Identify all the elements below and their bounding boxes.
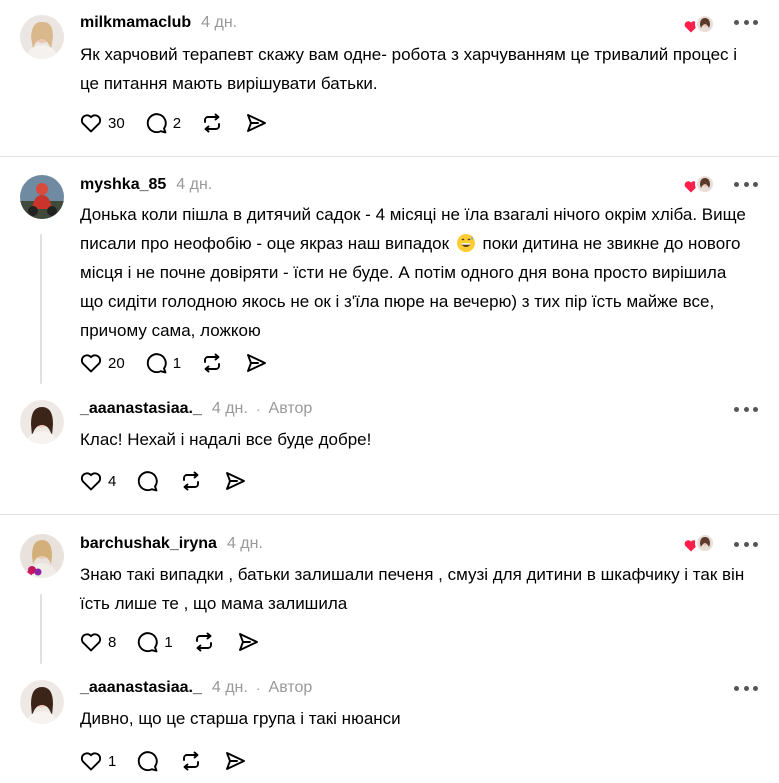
reply-button[interactable]: [134, 467, 160, 495]
repost-icon: [204, 353, 220, 373]
share-button[interactable]: [222, 747, 248, 775]
like-button[interactable]: 4: [78, 467, 116, 495]
likers-indicator[interactable]: [684, 14, 716, 36]
repost-icon: [183, 751, 200, 771]
separator-dot: ·: [255, 401, 261, 417]
post-meta: _aaanastasiaa._ 4 дн. · Автор: [80, 677, 312, 699]
heart-icon: [80, 472, 102, 491]
avatar[interactable]: [20, 175, 64, 219]
post-text: Як харчовий терапевт скажу вам одне- роб…: [80, 45, 738, 93]
more-options-button[interactable]: [734, 177, 758, 191]
reply-count: 2: [172, 114, 182, 132]
more-options-button[interactable]: [734, 15, 758, 29]
like-button[interactable]: 8: [78, 628, 116, 656]
grinning-sweat-emoji: [456, 234, 475, 252]
send-icon: [226, 472, 246, 490]
reply-button[interactable]: 1: [143, 349, 181, 377]
like-count: 30: [108, 114, 125, 132]
share-button[interactable]: [243, 109, 269, 137]
post-actions: 20 1: [78, 349, 287, 377]
timestamp[interactable]: 4 дн.: [176, 176, 212, 194]
like-count: 20: [108, 354, 125, 372]
author-badge: Автор: [268, 400, 313, 417]
more-options-button[interactable]: [734, 537, 758, 551]
reply-button[interactable]: 1: [134, 628, 173, 656]
send-icon: [247, 354, 266, 372]
post-text: Дивно, що це старша група і такі нюанси: [80, 709, 401, 728]
post-text: Знаю такі випадки , батьки залишали пече…: [80, 565, 745, 613]
post-text: Донька коли пішла в дитячий садок - 4 мі…: [80, 200, 750, 345]
comment-icon: [138, 751, 159, 772]
divider: [0, 514, 779, 515]
like-count: 4: [108, 472, 117, 490]
thread-line: [40, 234, 42, 384]
repost-icon: [195, 632, 212, 652]
repost-button[interactable]: [199, 349, 225, 377]
username[interactable]: milkmamaclub: [80, 14, 191, 32]
liker-avatar: [695, 14, 715, 34]
divider: [0, 156, 779, 157]
like-count: 1: [108, 752, 117, 770]
send-icon: [247, 114, 266, 132]
username[interactable]: barchushak_iryna: [80, 535, 217, 553]
post-meta: barchushak_iryna 4 дн.: [80, 533, 263, 555]
separator-dot: ·: [255, 680, 261, 696]
post-actions: 1: [78, 747, 266, 775]
post-actions: 30 2: [78, 109, 287, 137]
post-meta: milkmamaclub 4 дн.: [80, 12, 237, 34]
repost-icon: [183, 471, 200, 491]
share-button[interactable]: [235, 628, 261, 656]
like-count: 8: [108, 633, 117, 651]
share-button[interactable]: [243, 349, 269, 377]
reply-button[interactable]: [134, 747, 160, 775]
timestamp[interactable]: 4 дн.: [212, 679, 248, 697]
post-actions: 8 1: [78, 628, 279, 656]
thread-line: [40, 594, 42, 664]
username[interactable]: _aaanastasiaa._: [80, 400, 202, 418]
heart-icon: [80, 114, 102, 133]
author-badge: Автор: [268, 679, 313, 696]
comment-icon: [138, 632, 159, 653]
post-actions: 4: [78, 467, 266, 495]
likers-indicator[interactable]: [684, 174, 716, 196]
heart-icon: [80, 633, 102, 652]
repost-button[interactable]: [191, 628, 217, 656]
username[interactable]: myshka_85: [80, 176, 166, 194]
more-options-button[interactable]: [734, 681, 758, 695]
repost-button[interactable]: [178, 467, 204, 495]
avatar[interactable]: [20, 680, 64, 724]
comment-icon: [146, 353, 167, 374]
post-meta: myshka_85 4 дн.: [80, 174, 212, 196]
like-button[interactable]: 20: [78, 349, 125, 377]
post-text: Клас! Нехай і надалі все буде добре!: [80, 430, 372, 449]
like-button[interactable]: 1: [78, 747, 116, 775]
heart-icon: [80, 354, 102, 373]
liker-avatar: [695, 174, 715, 194]
avatar[interactable]: [20, 534, 64, 578]
likers-indicator[interactable]: [684, 533, 716, 555]
reply-count: 1: [172, 354, 182, 372]
send-icon: [238, 633, 258, 651]
avatar[interactable]: [20, 15, 64, 59]
avatar[interactable]: [20, 400, 64, 444]
repost-button[interactable]: [178, 747, 204, 775]
like-button[interactable]: 30: [78, 109, 125, 137]
timestamp[interactable]: 4 дн.: [227, 535, 263, 553]
comment-icon: [138, 471, 159, 492]
timestamp[interactable]: 4 дн.: [212, 400, 248, 418]
liker-avatar: [695, 533, 715, 553]
comment-icon: [146, 113, 167, 134]
heart-icon: [80, 752, 102, 771]
more-options-button[interactable]: [734, 402, 758, 416]
post-meta: _aaanastasiaa._ 4 дн. · Автор: [80, 398, 312, 420]
reply-button[interactable]: 2: [143, 109, 181, 137]
share-button[interactable]: [222, 467, 248, 495]
username[interactable]: _aaanastasiaa._: [80, 679, 202, 697]
reply-count: 1: [164, 633, 173, 651]
repost-button[interactable]: [199, 109, 225, 137]
repost-icon: [204, 113, 220, 133]
timestamp[interactable]: 4 дн.: [201, 14, 237, 32]
send-icon: [226, 752, 246, 770]
